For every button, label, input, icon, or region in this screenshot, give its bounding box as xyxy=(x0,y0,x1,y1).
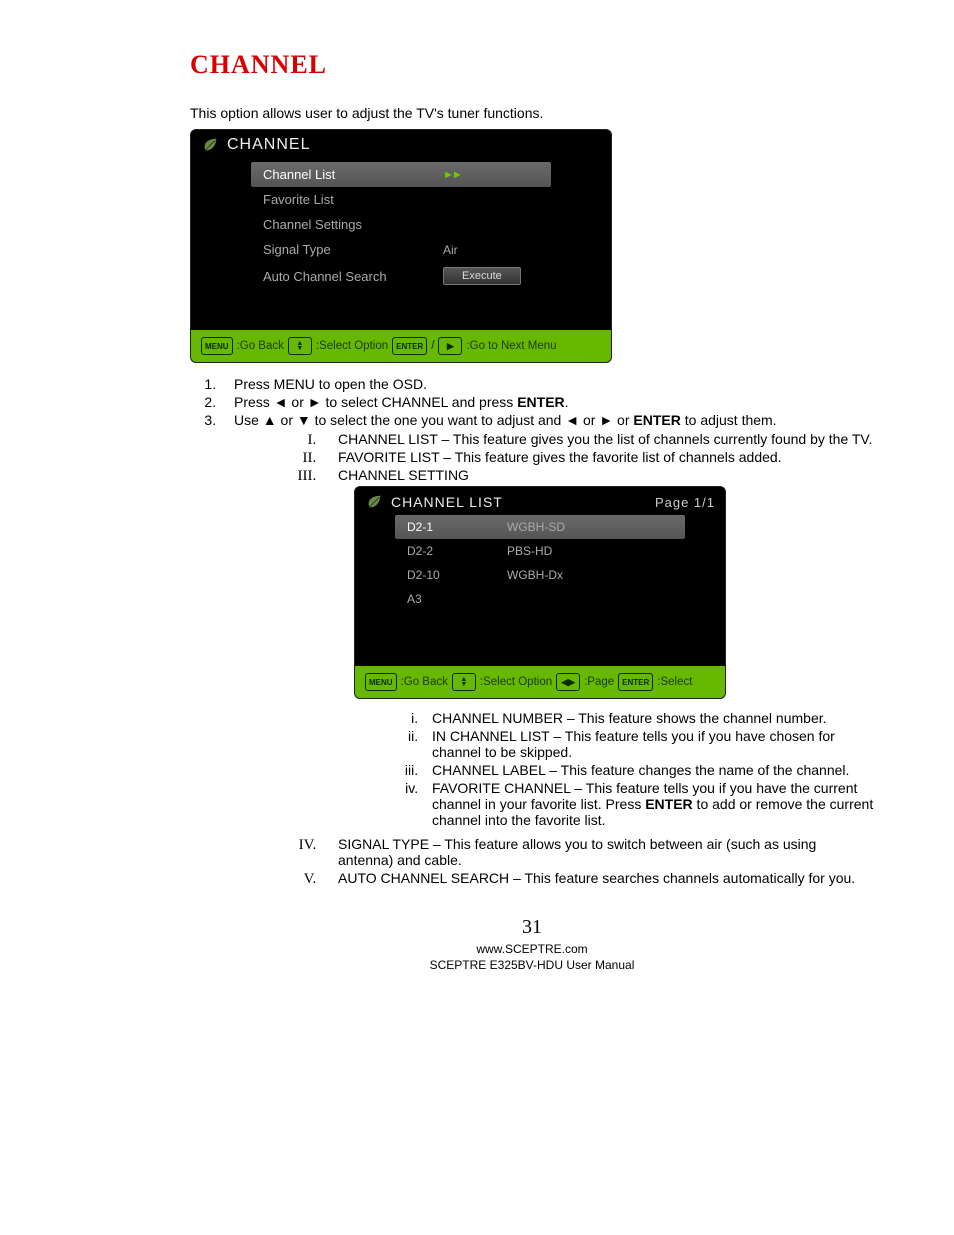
step-bold: ENTER xyxy=(517,394,564,410)
roman-3: CHANNEL SETTING xyxy=(320,466,874,484)
right-key-icon: ▶ xyxy=(438,337,462,355)
intro-text: This option allows user to adjust the TV… xyxy=(190,105,874,121)
step-1: Press MENU to open the OSD. xyxy=(220,375,874,393)
menu-key-icon: MENU xyxy=(365,673,397,691)
step-bold: ENTER xyxy=(633,412,680,428)
channel-name: WGBH-SD xyxy=(507,520,565,534)
hint-select-option: :Select Option xyxy=(316,340,388,352)
leaf-icon xyxy=(365,493,383,511)
step-bold: ENTER xyxy=(645,796,692,812)
channel-row[interactable]: D2-2 PBS-HD xyxy=(395,539,685,563)
footer-line-1: www.SCEPTRE.com xyxy=(190,941,874,957)
roman-2: FAVORITE LIST – This feature gives the f… xyxy=(320,448,874,466)
hint-page: :Page xyxy=(584,676,614,688)
menu-item-auto-channel-search[interactable]: Auto Channel Search Execute xyxy=(251,262,611,290)
menu-item-channel-list[interactable]: Channel List ►► xyxy=(251,162,551,187)
menu-item-signal-type[interactable]: Signal Type Air xyxy=(251,237,611,262)
osd-title: CHANNEL LIST xyxy=(391,494,503,510)
channel-number: D2-10 xyxy=(407,568,507,582)
hint-select: :Select xyxy=(657,676,692,688)
lroman-2: IN CHANNEL LIST – This feature tells you… xyxy=(422,727,874,761)
page-number: 31 xyxy=(190,914,874,941)
osd-body: Channel List ►► Favorite List Channel Se… xyxy=(191,158,611,330)
step-text: Press ◄ or ► to select CHANNEL and press xyxy=(234,394,517,410)
menu-label: Auto Channel Search xyxy=(263,269,443,284)
lroman-4: FAVORITE CHANNEL – This feature tells yo… xyxy=(422,779,874,829)
page-footer: 31 www.SCEPTRE.com SCEPTRE E325BV-HDU Us… xyxy=(190,914,874,973)
channel-row[interactable]: D2-10 WGBH-Dx xyxy=(395,563,685,587)
channel-row[interactable]: A3 xyxy=(395,587,685,611)
forward-arrows-icon: ►► xyxy=(443,169,461,181)
hint-next-menu: :Go to Next Menu xyxy=(466,340,556,352)
hint-select-option: :Select Option xyxy=(480,676,552,688)
lroman-1: CHANNEL NUMBER – This feature shows the … xyxy=(422,709,874,727)
osd-header: CHANNEL LIST Page 1/1 xyxy=(355,487,725,515)
updown-key-icon: ▲▼ xyxy=(452,673,476,691)
lower-roman-sublist: CHANNEL NUMBER – This feature shows the … xyxy=(422,709,874,829)
channel-number: A3 xyxy=(407,592,507,606)
roman-1: CHANNEL LIST – This feature gives you th… xyxy=(320,430,874,448)
menu-item-favorite-list[interactable]: Favorite List xyxy=(251,187,611,212)
step-text: Use ▲ or ▼ to select the one you want to… xyxy=(234,412,633,428)
channel-number: D2-1 xyxy=(407,520,507,534)
menu-key-icon: MENU xyxy=(201,337,233,355)
menu-label: Signal Type xyxy=(263,242,443,257)
enter-key-icon: ENTER xyxy=(392,337,427,355)
hint-go-back: :Go Back xyxy=(237,340,284,352)
menu-label: Favorite List xyxy=(263,192,443,207)
leaf-icon xyxy=(201,136,219,154)
osd-channel-list: CHANNEL LIST Page 1/1 D2-1 WGBH-SD D2-2 … xyxy=(354,486,726,699)
step-3: Use ▲ or ▼ to select the one you want to… xyxy=(220,411,874,888)
osd-header: CHANNEL xyxy=(191,130,611,158)
roman-sublist-cont: SIGNAL TYPE – This feature allows you to… xyxy=(320,835,874,887)
osd-title: CHANNEL xyxy=(227,136,310,154)
osd-page-indicator: Page 1/1 xyxy=(655,495,715,510)
osd-footer: MENU :Go Back ▲▼ :Select Option ENTER/▶ … xyxy=(191,330,611,362)
leftright-key-icon: ◀▶ xyxy=(556,673,580,691)
step-text: to adjust them. xyxy=(681,412,777,428)
channel-name: WGBH-Dx xyxy=(507,568,563,582)
step-2: Press ◄ or ► to select CHANNEL and press… xyxy=(220,393,874,411)
menu-value: Air xyxy=(443,243,458,257)
instruction-steps: Press MENU to open the OSD. Press ◄ or ►… xyxy=(220,375,874,888)
menu-label: Channel List xyxy=(263,167,443,182)
footer-line-2: SCEPTRE E325BV-HDU User Manual xyxy=(190,957,874,973)
osd-body: D2-1 WGBH-SD D2-2 PBS-HD D2-10 WGBH-Dx A… xyxy=(355,515,725,666)
channel-row[interactable]: D2-1 WGBH-SD xyxy=(395,515,685,539)
page-title: CHANNEL xyxy=(190,50,874,80)
hint-go-back: :Go Back xyxy=(401,676,448,688)
updown-key-icon: ▲▼ xyxy=(288,337,312,355)
osd-footer: MENU :Go Back ▲▼ :Select Option ◀▶ :Page… xyxy=(355,666,725,698)
step-text: . xyxy=(565,394,569,410)
lroman-3: CHANNEL LABEL – This feature changes the… xyxy=(422,761,874,779)
menu-label: Channel Settings xyxy=(263,217,443,232)
roman-4: SIGNAL TYPE – This feature allows you to… xyxy=(320,835,874,869)
roman-5: AUTO CHANNEL SEARCH – This feature searc… xyxy=(320,869,874,887)
osd-channel-menu: CHANNEL Channel List ►► Favorite List Ch… xyxy=(190,129,612,363)
menu-item-channel-settings[interactable]: Channel Settings xyxy=(251,212,611,237)
enter-key-icon: ENTER xyxy=(618,673,653,691)
channel-name: PBS-HD xyxy=(507,544,552,558)
execute-button[interactable]: Execute xyxy=(443,267,521,285)
channel-number: D2-2 xyxy=(407,544,507,558)
roman-sublist: CHANNEL LIST – This feature gives you th… xyxy=(320,430,874,484)
